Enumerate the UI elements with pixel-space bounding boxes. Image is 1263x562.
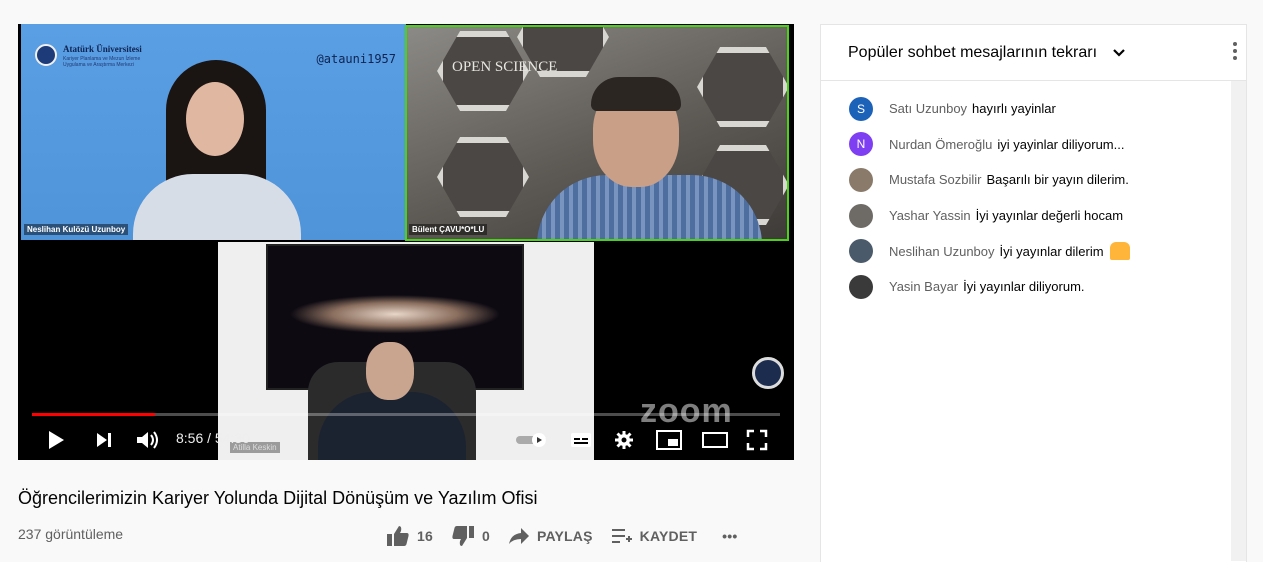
chat-author[interactable]: Neslihan Uzunboy (889, 244, 995, 259)
progress-played (32, 413, 155, 416)
chat-message: Yasin Bayar İyi yayınlar diliyorum. (849, 269, 1130, 305)
share-button[interactable]: PAYLAŞ (508, 527, 593, 545)
chat-message: Neslihan Uzunboy İyi yayınlar dilerim (849, 233, 1130, 269)
save-button[interactable]: KAYDET (611, 527, 697, 545)
university-name: Atatürk Üniversitesi (63, 44, 142, 54)
more-label: ••• (722, 528, 738, 544)
university-subtitle: Kariyer Planlama ve Mezun İzleme Uygulam… (63, 56, 141, 68)
chat-message: S Satı Uzunboy hayırlı yayinlar (849, 91, 1130, 127)
dislike-button[interactable]: 0 (451, 525, 490, 547)
open-science-sign: OPEN SCIENCE (452, 59, 558, 75)
chat-avatar[interactable]: N (849, 132, 873, 157)
dislike-icon (452, 526, 474, 546)
video-player[interactable]: Atatürk Üniversitesi Kariyer Planlama ve… (18, 24, 794, 460)
channel-handle: @atauni1957 (316, 52, 396, 66)
chat-text: İyi yayınlar değerli hocam (975, 208, 1124, 224)
more-actions-button[interactable]: ••• (715, 528, 737, 544)
participant-hair (591, 77, 681, 111)
chat-header: Popüler sohbet mesajlarının tekrarı (821, 25, 1246, 81)
chat-author[interactable]: Yashar Yassin (889, 208, 971, 223)
hex-shelf (697, 47, 787, 127)
like-icon (387, 526, 409, 546)
chat-text: İyi yayınlar diliyorum. (963, 279, 1085, 295)
chevron-down-icon[interactable] (1113, 48, 1125, 58)
video-actions: 16 0 PAYLAŞ KAYDET ••• (386, 524, 755, 548)
chat-avatar[interactable] (849, 239, 873, 264)
time-display: 8:56 / 54:30 (176, 430, 250, 446)
participant-face (366, 342, 414, 400)
chat-messages: S Satı Uzunboy hayırlı yayinlar N Nurdan Öme… (849, 91, 1130, 305)
chat-scrollbar[interactable] (1231, 81, 1246, 561)
share-label: PAYLAŞ (536, 528, 593, 544)
save-playlist-icon (611, 529, 632, 543)
chat-author[interactable]: Nurdan Ömeroğlu (889, 137, 992, 152)
participant-name-tag: Neslihan Kulözü Uzunboy (24, 224, 129, 235)
more-vert-icon[interactable] (1232, 42, 1238, 63)
dislike-count: 0 (481, 528, 490, 544)
player-controls: 8:56 / 54:30 (18, 420, 794, 460)
university-logo (35, 44, 57, 66)
prayer-hands-emoji (1109, 242, 1130, 261)
chat-text: hayırlı yayinlar (972, 101, 1056, 117)
play-icon[interactable] (46, 430, 66, 450)
chat-avatar[interactable] (849, 274, 873, 299)
save-label: KAYDET (639, 528, 698, 544)
hex-shelf (437, 137, 529, 217)
chat-avatar[interactable]: S (849, 96, 873, 121)
next-icon[interactable] (96, 432, 112, 448)
share-icon (508, 528, 529, 544)
youtube-watch-page: Atatürk Üniversitesi Kariyer Planlama ve… (0, 0, 1263, 562)
chat-avatar[interactable] (849, 203, 873, 228)
miniplayer-icon[interactable] (656, 430, 682, 450)
fullscreen-icon[interactable] (746, 429, 768, 451)
chat-author[interactable]: Yasin Bayar (889, 279, 958, 294)
chat-message: Mustafa Sozbilir Başarılı bir yayın diler… (849, 162, 1130, 198)
video-title: Öğrencilerimizin Kariyer Yolunda Dijital… (18, 488, 538, 508)
chat-author[interactable]: Satı Uzunboy (889, 101, 967, 116)
participant-body (133, 174, 301, 240)
university-seal (752, 357, 784, 389)
participant-name-tag: Bülent ÇAVU*O*LU (409, 224, 488, 235)
chat-text: iyi yayinlar diliyorum... (997, 136, 1125, 152)
chat-text: İyi yayınlar dilerim (999, 243, 1104, 259)
chat-message: N Nurdan Ömeroğlu iyi yayinlar diliyorum..… (849, 127, 1130, 163)
chat-message: Yashar Yassin İyi yayınlar değerli hocam (849, 198, 1130, 234)
theater-icon[interactable] (702, 432, 728, 448)
progress-bar[interactable] (32, 413, 780, 416)
view-count: 237 görüntüleme (18, 526, 124, 542)
volume-icon[interactable] (136, 430, 160, 450)
live-chat-replay: Popüler sohbet mesajlarının tekrarı S Sat… (820, 24, 1247, 562)
chat-author[interactable]: Mustafa Sozbilir (889, 172, 981, 187)
like-count: 16 (417, 528, 433, 544)
participant-tile-1: Atatürk Üniversitesi Kariyer Planlama ve… (21, 24, 406, 240)
like-button[interactable]: 16 (386, 525, 433, 547)
autoplay-toggle-icon[interactable] (516, 433, 550, 447)
chat-mode-label[interactable]: Popüler sohbet mesajlarının tekrarı (848, 44, 1097, 62)
participant-tile-2: OPEN SCIENCE (405, 25, 789, 241)
subtitles-icon[interactable] (570, 432, 592, 448)
chat-text: Başarılı bir yayın dilerim. (986, 172, 1129, 188)
chat-avatar[interactable] (849, 167, 873, 192)
participant-face (186, 82, 244, 156)
settings-icon[interactable] (614, 430, 634, 450)
